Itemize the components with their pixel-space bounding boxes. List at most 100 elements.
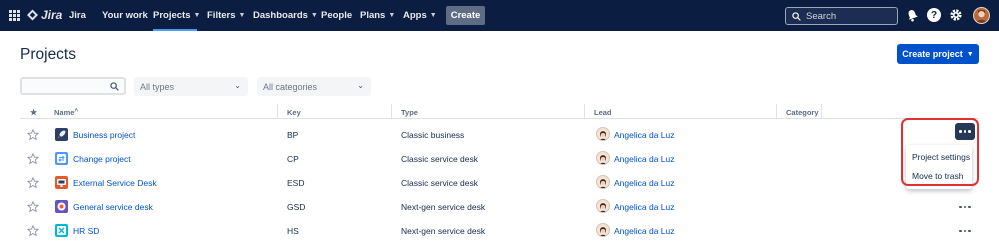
- project-name-link[interactable]: External Service Desk: [73, 178, 157, 188]
- more-actions-button[interactable]: [955, 225, 975, 237]
- table-row: Change project CP Classic service desk A…: [20, 148, 979, 172]
- project-lead-link[interactable]: Angelica da Luz: [614, 154, 675, 164]
- nav-dashboards[interactable]: Dashboards ▼: [253, 0, 318, 31]
- nav-label: Apps: [403, 10, 427, 21]
- menu-item-move-to-trash[interactable]: Move to trash: [906, 167, 972, 186]
- create-button[interactable]: Create: [446, 6, 485, 25]
- plus-cross-icon: [55, 224, 68, 237]
- type-select[interactable]: All types ⌄: [134, 77, 248, 96]
- table-row: Business project BP Classic business Ang…: [20, 123, 979, 148]
- category-select-value: All categories: [263, 81, 318, 92]
- column-divider: [584, 104, 585, 118]
- jira-logo[interactable]: Jira: [27, 8, 62, 22]
- project-key: ESD: [287, 178, 305, 188]
- nav-filters[interactable]: Filters ▼: [207, 0, 245, 31]
- column-divider: [821, 104, 822, 118]
- create-project-label: Create project: [902, 49, 963, 59]
- lead-avatar: [596, 151, 610, 165]
- column-divider: [277, 104, 278, 118]
- nav-people[interactable]: People: [321, 0, 352, 31]
- lead-column-header[interactable]: Lead: [594, 108, 612, 117]
- nav-label: Your work: [102, 10, 148, 21]
- project-name-link[interactable]: Business project: [73, 130, 135, 140]
- star-column-header: ★: [30, 108, 38, 117]
- app-switcher-icon[interactable]: [9, 10, 20, 21]
- nav-label: Filters: [207, 10, 236, 21]
- more-actions-button[interactable]: [955, 201, 975, 213]
- nav-apps[interactable]: Apps ▼: [403, 0, 437, 31]
- project-type: Classic service desk: [401, 154, 478, 164]
- chevron-down-icon: ▼: [193, 12, 201, 19]
- category-column-header[interactable]: Category: [786, 108, 819, 117]
- type-column-header[interactable]: Type: [401, 108, 418, 117]
- gear-icon[interactable]: [949, 8, 963, 22]
- project-lead-link[interactable]: Angelica da Luz: [614, 130, 675, 140]
- project-search-input[interactable]: [22, 80, 102, 95]
- column-divider: [391, 104, 392, 118]
- notifications-icon[interactable]: [905, 8, 919, 22]
- nav-projects[interactable]: Projects ▼: [153, 0, 200, 31]
- sort-ascending-icon: ˄: [74, 108, 78, 114]
- type-select-value: All types: [140, 81, 175, 92]
- top-navigation: Jira Jira Your work Projects ▼ Filters ▼ D…: [0, 0, 999, 31]
- lead-avatar: [596, 127, 610, 141]
- table-row: External Service Desk ESD Classic servic…: [20, 172, 979, 196]
- rocket-icon: [55, 128, 68, 141]
- profile-avatar[interactable]: [973, 7, 990, 24]
- create-project-button[interactable]: Create project ▼: [897, 44, 979, 64]
- key-column-header[interactable]: Key: [287, 108, 301, 117]
- project-key: CP: [287, 154, 299, 164]
- help-icon[interactable]: ?: [927, 8, 941, 22]
- nav-item-label: Jira: [69, 10, 86, 21]
- chevron-down-icon: ▼: [310, 12, 318, 19]
- page-title: Projects: [20, 46, 76, 63]
- project-type: Classic business: [401, 130, 465, 140]
- star-icon[interactable]: [27, 225, 39, 237]
- project-name-link[interactable]: Change project: [73, 154, 131, 164]
- chevron-down-icon: ▼: [429, 12, 437, 19]
- project-type: Classic service desk: [401, 178, 478, 188]
- row-actions-menu: Project settings Move to trash: [906, 145, 972, 189]
- table-header-divider: [20, 118, 979, 119]
- project-lead-link[interactable]: Angelica da Luz: [614, 178, 675, 188]
- swap-icon: [55, 152, 68, 165]
- project-name-link[interactable]: HR SD: [73, 226, 99, 236]
- table-row: General service desk GSD Next-gen servic…: [20, 196, 979, 220]
- star-icon[interactable]: [27, 177, 39, 189]
- project-key: BP: [287, 130, 299, 140]
- nav-item-jira[interactable]: Jira: [69, 0, 86, 31]
- jira-logo-icon: [27, 9, 38, 21]
- project-search-field[interactable]: [20, 77, 126, 95]
- name-column-header[interactable]: Name˄: [54, 108, 78, 117]
- chevron-down-icon: ▼: [388, 12, 396, 19]
- category-select[interactable]: All categories ⌄: [257, 77, 371, 96]
- nav-label: Projects: [153, 10, 191, 21]
- menu-item-project-settings[interactable]: Project settings: [906, 148, 972, 167]
- lead-avatar: [596, 199, 610, 213]
- project-key: GSD: [287, 202, 306, 212]
- lead-avatar: [596, 223, 610, 237]
- search-input[interactable]: [806, 10, 896, 22]
- project-lead-link[interactable]: Angelica da Luz: [614, 226, 675, 236]
- star-icon[interactable]: [27, 153, 39, 165]
- project-type: Next-gen service desk: [401, 226, 486, 236]
- star-icon[interactable]: [27, 201, 39, 213]
- logo-text: Jira: [41, 8, 63, 22]
- name-header-label: Name: [54, 108, 75, 117]
- project-lead-link[interactable]: Angelica da Luz: [614, 202, 675, 212]
- search-icon: [792, 11, 801, 21]
- nav-your-work[interactable]: Your work: [102, 0, 148, 31]
- chevron-down-icon: ⌄: [357, 81, 364, 90]
- lifebuoy-icon: [55, 200, 68, 213]
- nav-plans[interactable]: Plans ▼: [360, 0, 395, 31]
- more-actions-button[interactable]: [955, 123, 975, 140]
- desk-icon: [55, 176, 68, 189]
- chevron-down-icon: ⌄: [234, 81, 241, 90]
- search-box[interactable]: [785, 7, 898, 25]
- project-key: HS: [287, 226, 299, 236]
- project-name-link[interactable]: General service desk: [73, 202, 153, 212]
- star-icon[interactable]: [27, 129, 39, 141]
- chevron-down-icon: ▼: [238, 12, 246, 19]
- column-divider: [776, 104, 777, 118]
- table-row: HR SD HS Next-gen service desk Angelica …: [20, 220, 979, 243]
